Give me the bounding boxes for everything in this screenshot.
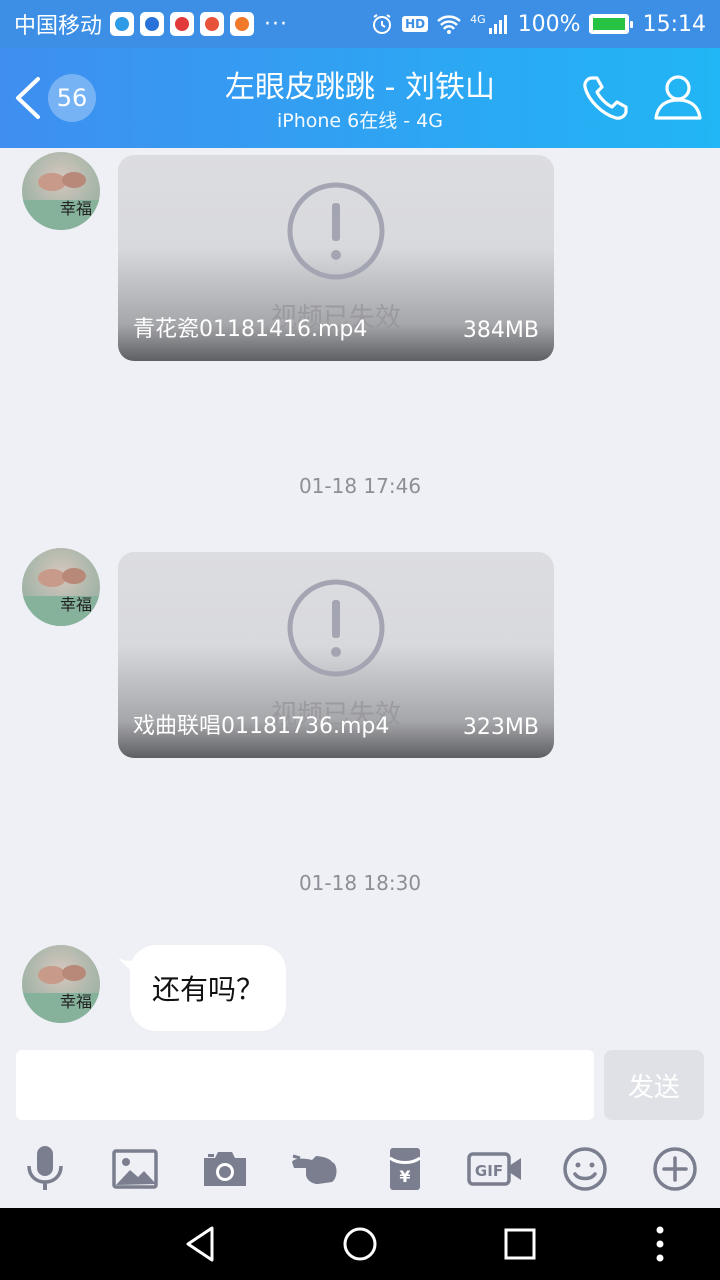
network-type: 4G [470, 13, 486, 26]
online-status: iPhone 6在线 - 4G [276, 110, 443, 132]
video-size: 384MB [462, 318, 539, 343]
camera-icon [204, 1152, 246, 1186]
avatar-image: 幸福 [22, 172, 100, 230]
video-message[interactable]: 视频已失效 戏曲联唱01181736.mp4 323MB [118, 552, 554, 758]
clock: 15:14 [642, 11, 706, 37]
avatar-image: 幸福 [22, 965, 100, 1023]
send-button[interactable]: 发送 [604, 1050, 704, 1120]
gif-icon: GIF [467, 1152, 521, 1186]
video-filename: 青花瓷01181416.mp4 [133, 317, 368, 342]
more-button[interactable] [630, 1134, 720, 1204]
nav-recents-icon[interactable] [498, 1222, 542, 1266]
nav-menu-icon[interactable] [638, 1222, 682, 1266]
camera-button[interactable] [180, 1134, 270, 1204]
svg-text:GIF: GIF [475, 1162, 503, 1180]
timestamp: 01-18 17:46 [298, 474, 422, 498]
carrier-name: 中国移动 [14, 14, 103, 39]
video-filename: 戏曲联唱01181736.mp4 [133, 714, 390, 739]
app-notification-icon [200, 12, 225, 36]
avatar-image: 幸福 [22, 568, 100, 626]
pointing-hand-icon [292, 1154, 337, 1184]
person-icon [654, 75, 702, 120]
chat-header: 56 左眼皮跳跳 - 刘铁山 iPhone 6在线 - 4G [0, 48, 720, 148]
phone-icon [583, 76, 628, 120]
svg-text:¥: ¥ [399, 1167, 410, 1186]
hd-badge: HD [402, 16, 429, 32]
red-packet-button[interactable]: ¥ [360, 1134, 450, 1204]
svg-text:幸福: 幸福 [60, 199, 92, 218]
text-message[interactable]: 还有吗？ [130, 945, 287, 1031]
warning-icon [287, 579, 385, 677]
chevron-left-icon [16, 77, 40, 119]
nav-home-icon[interactable] [338, 1222, 382, 1266]
warning-icon [287, 182, 385, 280]
profile-button[interactable] [650, 70, 706, 126]
battery-icon [588, 14, 633, 34]
unread-count-badge: 56 [48, 74, 96, 122]
battery-percent: 100% [517, 11, 581, 37]
wifi-icon [437, 15, 461, 34]
timestamp: 01-18 18:30 [298, 871, 422, 895]
more-notifications: ··· [264, 11, 288, 37]
svg-text:幸福: 幸福 [60, 595, 92, 614]
app-notification-icon [230, 12, 255, 36]
title-area[interactable]: 左眼皮跳跳 - 刘铁山 iPhone 6在线 - 4G [160, 68, 560, 134]
gif-button[interactable]: GIF [450, 1134, 540, 1204]
back-button[interactable]: 56 [12, 72, 102, 124]
svg-text:幸福: 幸福 [60, 992, 92, 1011]
emoji-button[interactable] [540, 1134, 630, 1204]
message-input[interactable] [16, 1050, 594, 1120]
status-bar: 中国移动 ··· HD 4G 100% 15:14 [0, 0, 720, 48]
input-row: 发送 [0, 1040, 720, 1126]
microphone-icon [27, 1146, 63, 1190]
emoji-icon [563, 1147, 607, 1191]
app-notification-icon [140, 12, 165, 36]
input-toolbar: ¥ GIF [0, 1130, 720, 1208]
page-title: 左眼皮跳跳 - 刘铁山 [225, 70, 495, 105]
call-button[interactable] [578, 70, 634, 126]
image-icon [112, 1149, 158, 1189]
video-message[interactable]: 视频已失效 青花瓷01181416.mp4 384MB [118, 155, 554, 361]
avatar[interactable]: 幸福 [22, 152, 100, 230]
signal-icon [488, 15, 507, 34]
system-nav-bar [0, 1208, 720, 1280]
chat-area[interactable]: 幸福 视频已失效 青花瓷01181416.mp4 384MB 01-18 17:… [0, 148, 720, 1040]
plus-circle-icon [653, 1147, 697, 1191]
avatar[interactable]: 幸福 [22, 548, 100, 626]
alarm-icon [373, 14, 392, 34]
image-button[interactable] [90, 1134, 180, 1204]
avatar[interactable]: 幸福 [22, 945, 100, 1023]
video-size: 323MB [462, 715, 539, 740]
app-notification-icon [110, 12, 135, 36]
voice-button[interactable] [0, 1134, 90, 1204]
app-notification-icon [170, 12, 195, 36]
nav-back-icon[interactable] [178, 1222, 222, 1266]
poke-button[interactable] [270, 1134, 360, 1204]
red-packet-icon: ¥ [389, 1148, 421, 1190]
